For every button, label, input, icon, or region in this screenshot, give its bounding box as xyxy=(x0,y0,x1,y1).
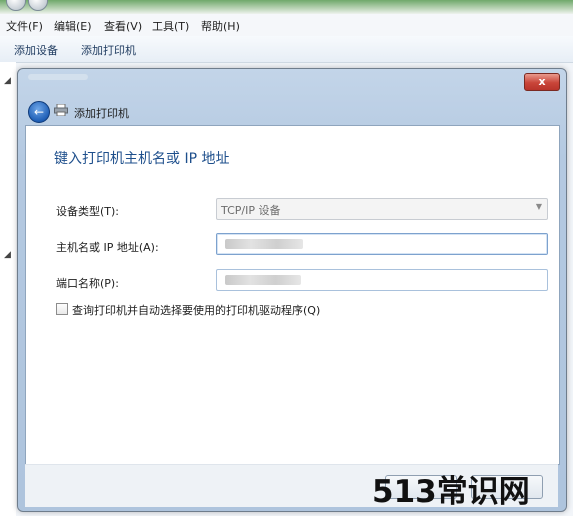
command-bar: 添加设备 添加打印机 xyxy=(0,36,573,63)
menu-edit[interactable]: 编辑(E) xyxy=(54,18,92,34)
expand-arrow-icon[interactable]: ◢ xyxy=(4,76,11,86)
background-left-pane: ◢ ◢ xyxy=(0,62,16,516)
dialog-nav-title: 添加打印机 xyxy=(74,107,129,120)
orb-icon xyxy=(28,0,48,11)
add-printer-button[interactable]: 添加打印机 xyxy=(81,42,136,58)
device-type-label: 设备类型(T): xyxy=(56,205,120,218)
dialog-title-blurred xyxy=(28,74,88,80)
device-type-select[interactable]: TCP/IP 设备 ▼ xyxy=(216,198,548,220)
menu-bar: 文件(F) 编辑(E) 查看(V) 工具(T) 帮助(H) xyxy=(0,14,573,37)
menu-help[interactable]: 帮助(H) xyxy=(201,18,240,34)
menu-file[interactable]: 文件(F) xyxy=(6,18,43,34)
watermark: 513常识网 xyxy=(372,474,530,510)
hostname-redacted-value xyxy=(225,239,303,249)
menu-tools[interactable]: 工具(T) xyxy=(152,18,189,34)
hostname-input[interactable] xyxy=(216,233,548,255)
close-button[interactable]: x xyxy=(524,73,560,91)
page-title: 键入打印机主机名或 IP 地址 xyxy=(54,151,230,167)
query-driver-checkbox[interactable] xyxy=(56,303,68,315)
back-arrow-icon[interactable]: ← xyxy=(28,101,50,123)
expand-arrow-icon[interactable]: ◢ xyxy=(4,250,11,260)
chevron-down-icon: ▼ xyxy=(535,202,542,211)
dialog-nav-bar: ← 添加打印机 xyxy=(24,95,558,125)
dialog-content: 键入打印机主机名或 IP 地址 设备类型(T): TCP/IP 设备 ▼ 主机名… xyxy=(25,125,560,465)
port-name-label: 端口名称(P): xyxy=(56,277,119,290)
add-printer-dialog: x ← 添加打印机 键入打印机主机名或 IP 地址 设备类型(T): TCP/I… xyxy=(17,68,567,512)
hostname-label: 主机名或 IP 地址(A): xyxy=(56,241,159,254)
add-device-button[interactable]: 添加设备 xyxy=(14,42,58,58)
device-type-value: TCP/IP 设备 xyxy=(221,204,281,217)
port-redacted-value xyxy=(225,275,301,285)
top-window-edge xyxy=(0,0,573,14)
port-name-input[interactable] xyxy=(216,269,548,291)
orb-icon xyxy=(6,0,26,11)
menu-view[interactable]: 查看(V) xyxy=(104,18,142,34)
query-driver-label: 查询打印机并自动选择要使用的打印机驱动程序(Q) xyxy=(72,304,321,317)
printer-icon xyxy=(54,104,68,116)
